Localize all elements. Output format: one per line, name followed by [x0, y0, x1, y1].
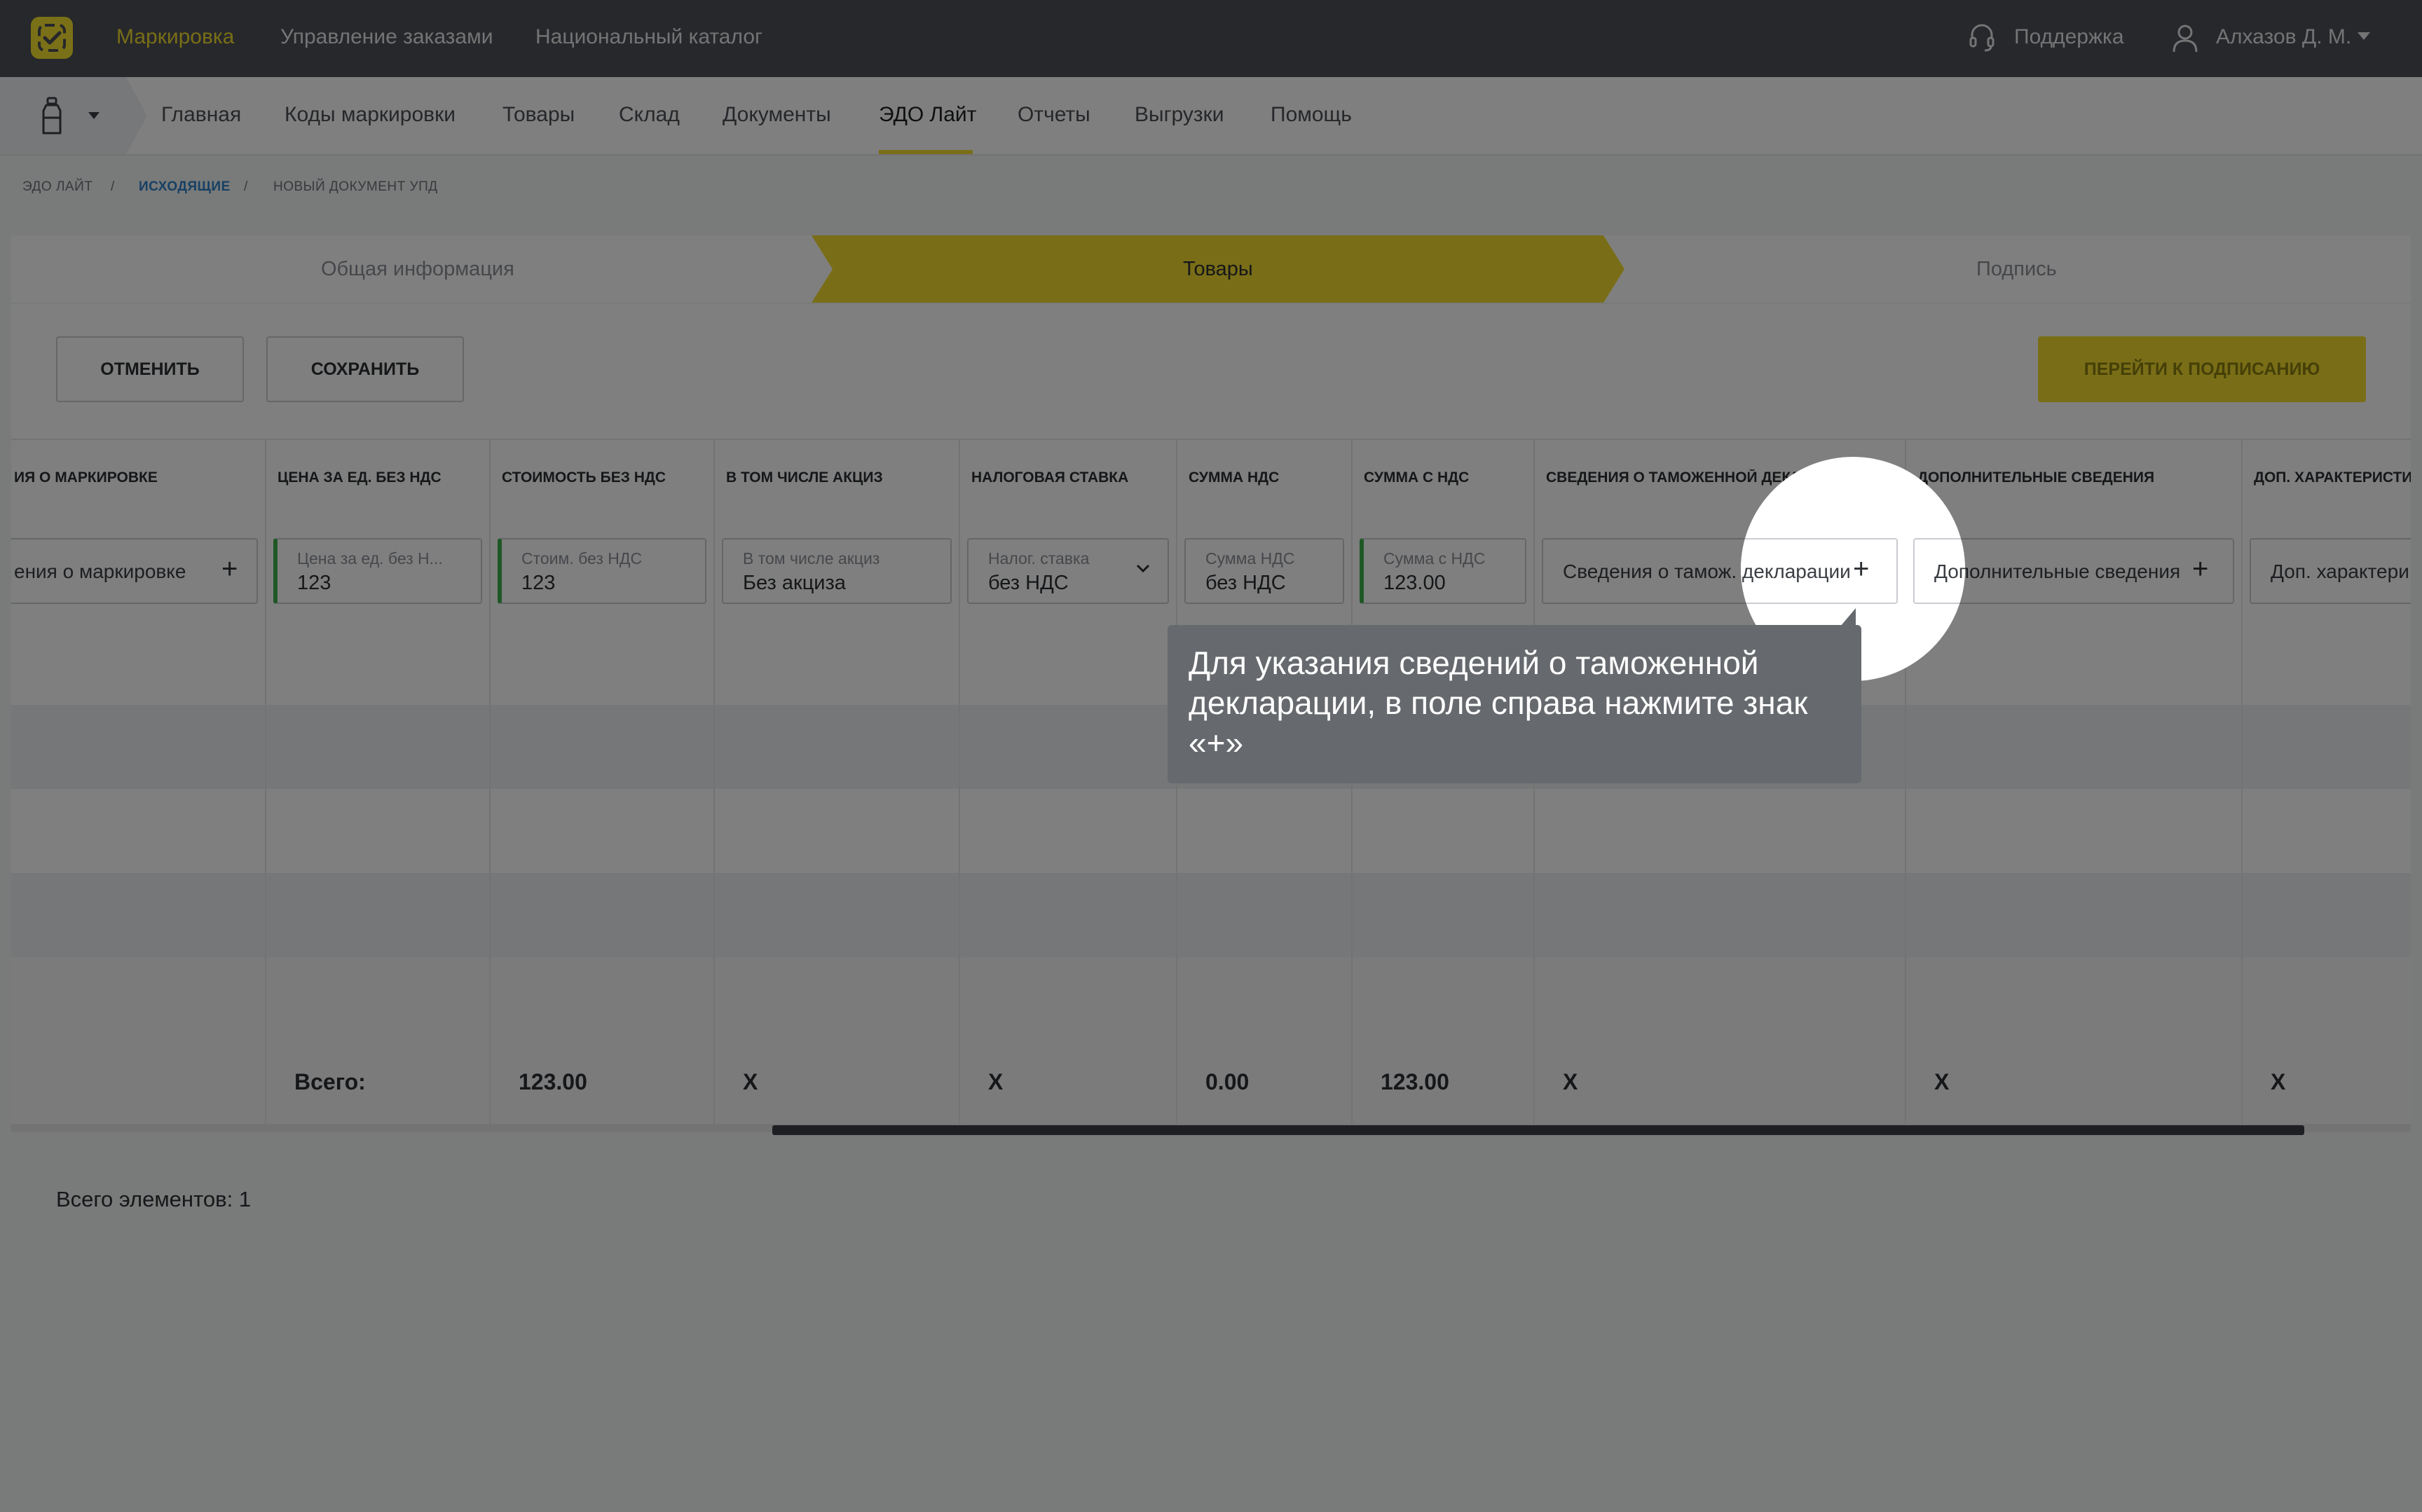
tooltip-arrow — [1840, 608, 1856, 626]
customs-declaration-field-highlight[interactable]: Сведения о тамож. декларации + — [1741, 538, 1898, 604]
additional-info-field-highlight[interactable]: Дополнительные сведения + — [1913, 538, 1965, 604]
additional-info-placeholder: Дополнительные сведения — [1934, 561, 1965, 582]
customs-declaration-placeholder: Сведения о тамож. декларации — [1741, 561, 1851, 582]
add-customs-plus-icon[interactable]: + — [1853, 555, 1869, 583]
tutorial-tooltip-text: Для указания сведений о таможенной декла… — [1189, 645, 1808, 761]
